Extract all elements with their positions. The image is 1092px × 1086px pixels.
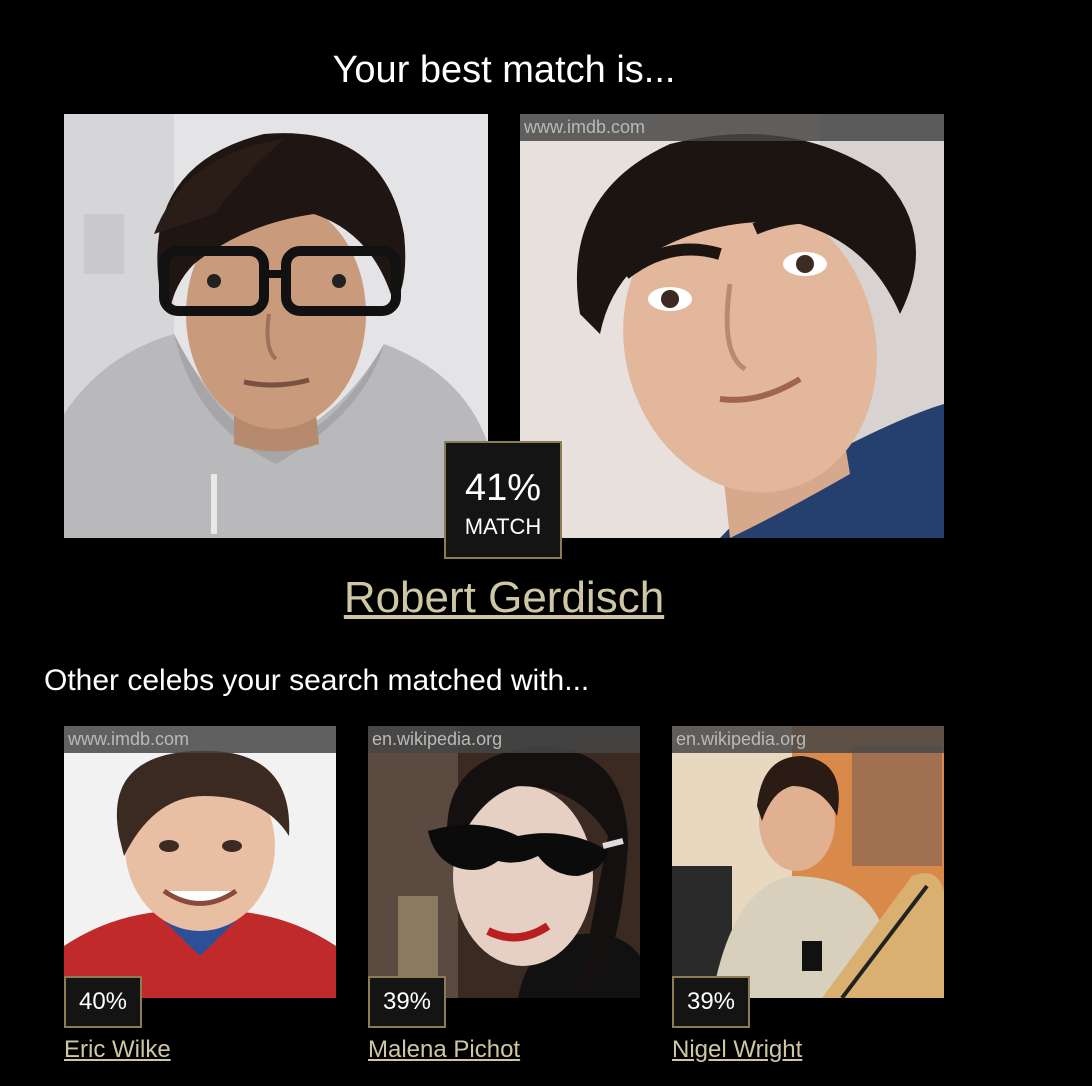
others-heading: Other celebs your search matched with... xyxy=(44,664,590,697)
source-label: en.wikipedia.org xyxy=(368,726,640,753)
source-label: www.imdb.com xyxy=(64,726,336,753)
celeb-name-link[interactable]: Nigel Wright xyxy=(672,1036,802,1064)
page-title: Your best match is... xyxy=(332,49,676,91)
celeb-card-photo[interactable]: en.wikipedia.org xyxy=(672,726,944,998)
user-photo xyxy=(64,114,488,538)
celeb-photo-illustration xyxy=(672,726,944,998)
celeb-photo-illustration xyxy=(368,726,640,998)
user-photo-illustration xyxy=(64,114,488,538)
match-percentage: 41% xyxy=(464,467,542,509)
celeb-name-link[interactable]: Eric Wilke xyxy=(64,1036,171,1064)
celeb-card-photo[interactable]: www.imdb.com xyxy=(64,726,336,998)
celeb-name-link[interactable]: Malena Pichot xyxy=(368,1036,520,1064)
best-match-name-link[interactable]: Robert Gerdisch xyxy=(0,572,1008,624)
celeb-match-percentage: 39% xyxy=(368,976,446,1028)
match-label: MATCH xyxy=(464,514,542,539)
source-label: www.imdb.com xyxy=(520,114,944,141)
celeb-match-percentage: 39% xyxy=(672,976,750,1028)
celeb-match-percentage: 40% xyxy=(64,976,142,1028)
source-label: en.wikipedia.org xyxy=(672,726,944,753)
celeb-card-photo[interactable]: en.wikipedia.org xyxy=(368,726,640,998)
best-match-illustration xyxy=(520,114,944,538)
best-match-photo[interactable]: www.imdb.com xyxy=(520,114,944,538)
match-percentage-badge: 41% MATCH xyxy=(444,441,562,559)
celeb-photo-illustration xyxy=(64,726,336,998)
